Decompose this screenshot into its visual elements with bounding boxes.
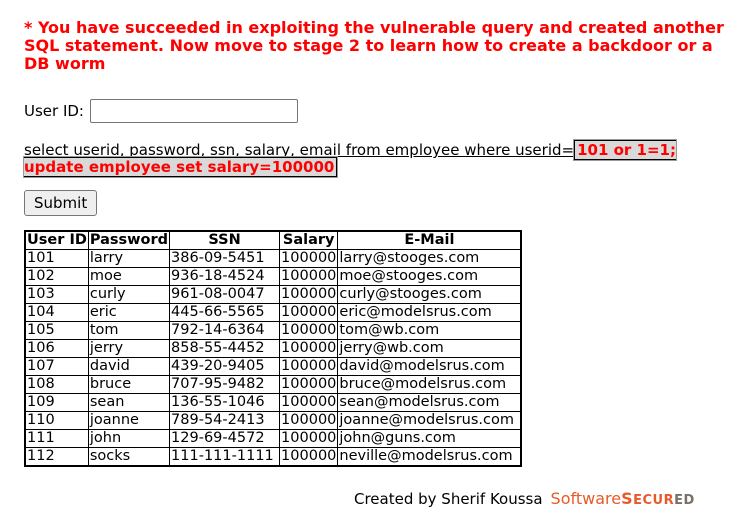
cell-salary: 100000 xyxy=(279,447,339,467)
table-row: 104 eric 445-66-5565 100000 eric@modelsrus.c… xyxy=(24,303,522,322)
cell-password: tom xyxy=(87,321,171,340)
cell-salary: 100000 xyxy=(279,249,339,268)
table-row: 110 joanne 789-54-2413 100000 joanne@modelsr… xyxy=(24,411,522,430)
table-row: 108 bruce 707-95-9482 100000 bruce@modelsrus… xyxy=(24,375,522,394)
cell-password: curly xyxy=(87,285,171,304)
header-ssn: SSN xyxy=(169,230,281,250)
cell-userid: 108 xyxy=(24,375,89,394)
cell-ssn: 936-18-4524 xyxy=(169,267,281,286)
cell-ssn: 707-95-9482 xyxy=(169,375,281,394)
employee-table: User ID Password SSN Salary E-Mail 101 la… xyxy=(24,230,523,467)
cell-ssn: 386-09-5451 xyxy=(169,249,281,268)
userid-row: User ID: xyxy=(24,97,298,125)
cell-userid: 102 xyxy=(24,267,89,286)
cell-salary: 100000 xyxy=(279,357,339,376)
header-email: E-Mail xyxy=(337,230,522,250)
footer: Created by Sherif Koussa Software SECURED xyxy=(354,489,695,508)
table-row: 103 curly 961-08-0047 100000 curly@stooges.c… xyxy=(24,285,522,304)
cell-email: joanne@modelsrus.com xyxy=(337,411,522,430)
cell-email: curly@stooges.com xyxy=(337,285,522,304)
cell-password: joanne xyxy=(87,411,171,430)
cell-userid: 110 xyxy=(24,411,89,430)
table-row: 109 sean 136-55-1046 100000 sean@modelsrus.c… xyxy=(24,393,522,412)
cell-ssn: 858-55-4452 xyxy=(169,339,281,358)
table-row: 102 moe 936-18-4524 100000 moe@stooges.com xyxy=(24,267,522,286)
submit-button[interactable]: Submit xyxy=(24,190,98,216)
table-row: 111 john 129-69-4572 100000 john@guns.com xyxy=(24,429,522,448)
table-row: 106 jerry 858-55-4452 100000 jerry@wb.com xyxy=(24,339,522,358)
cell-salary: 100000 xyxy=(279,339,339,358)
cell-salary: 100000 xyxy=(279,321,339,340)
cell-salary: 100000 xyxy=(279,393,339,412)
table-row: 101 larry 386-09-5451 100000 larry@stooges.c… xyxy=(24,249,522,268)
table-row: 107 david 439-20-9405 100000 david@modelsrus… xyxy=(24,357,522,376)
cell-password: socks xyxy=(87,447,171,467)
cell-password: larry xyxy=(87,249,171,268)
cell-userid: 107 xyxy=(24,357,89,376)
table-header-row: User ID Password SSN Salary E-Mail xyxy=(24,230,522,250)
cell-userid: 106 xyxy=(24,339,89,358)
cell-password: eric xyxy=(87,303,171,322)
cell-ssn: 792-14-6364 xyxy=(169,321,281,340)
softwaresecured-logo: Software SECURED xyxy=(550,489,695,508)
sql-query-display: select userid, password, ssn, salary, em… xyxy=(23,139,694,178)
cell-email: david@modelsrus.com xyxy=(337,357,522,376)
cell-ssn: 445-66-5565 xyxy=(169,303,281,322)
cell-salary: 100000 xyxy=(279,429,339,448)
cell-userid: 112 xyxy=(24,447,89,467)
header-userid: User ID xyxy=(24,230,89,250)
cell-userid: 101 xyxy=(24,249,89,268)
cell-ssn: 789-54-2413 xyxy=(169,411,281,430)
cell-salary: 100000 xyxy=(279,375,339,394)
cell-password: moe xyxy=(87,267,171,286)
cell-userid: 104 xyxy=(24,303,89,322)
cell-password: jerry xyxy=(87,339,171,358)
success-message: * You have succeeded in exploiting the v… xyxy=(24,18,724,73)
cell-userid: 111 xyxy=(24,429,89,448)
header-salary: Salary xyxy=(279,230,339,250)
cell-email: moe@stooges.com xyxy=(337,267,522,286)
cell-ssn: 111-111-1111 xyxy=(169,447,281,467)
cell-ssn: 961-08-0047 xyxy=(169,285,281,304)
cell-email: tom@wb.com xyxy=(337,321,522,340)
cell-email: sean@modelsrus.com xyxy=(337,393,522,412)
cell-salary: 100000 xyxy=(279,285,339,304)
cell-email: larry@stooges.com xyxy=(337,249,522,268)
cell-ssn: 136-55-1046 xyxy=(169,393,281,412)
userid-label: User ID: xyxy=(24,102,84,120)
cell-email: bruce@modelsrus.com xyxy=(337,375,522,394)
cell-password: sean xyxy=(87,393,171,412)
cell-userid: 109 xyxy=(24,393,89,412)
cell-userid: 103 xyxy=(24,285,89,304)
table-row: 105 tom 792-14-6364 100000 tom@wb.com xyxy=(24,321,522,340)
header-password: Password xyxy=(87,230,171,250)
cell-email: jerry@wb.com xyxy=(337,339,522,358)
cell-salary: 100000 xyxy=(279,303,339,322)
cell-password: bruce xyxy=(87,375,171,394)
cell-email: john@guns.com xyxy=(337,429,522,448)
footer-credit: Created by Sherif Koussa xyxy=(354,489,543,508)
cell-password: david xyxy=(87,357,171,376)
cell-ssn: 129-69-4572 xyxy=(169,429,281,448)
cell-userid: 105 xyxy=(24,321,89,340)
table-row: 112 socks 111-111-1111 100000 neville@models… xyxy=(24,447,522,467)
cell-salary: 100000 xyxy=(279,267,339,286)
cell-ssn: 439-20-9405 xyxy=(169,357,281,376)
userid-input[interactable] xyxy=(90,99,298,123)
cell-email: eric@modelsrus.com xyxy=(337,303,522,322)
cell-email: neville@modelsrus.com xyxy=(337,447,522,467)
cell-password: john xyxy=(87,429,171,448)
cell-salary: 100000 xyxy=(279,411,339,430)
